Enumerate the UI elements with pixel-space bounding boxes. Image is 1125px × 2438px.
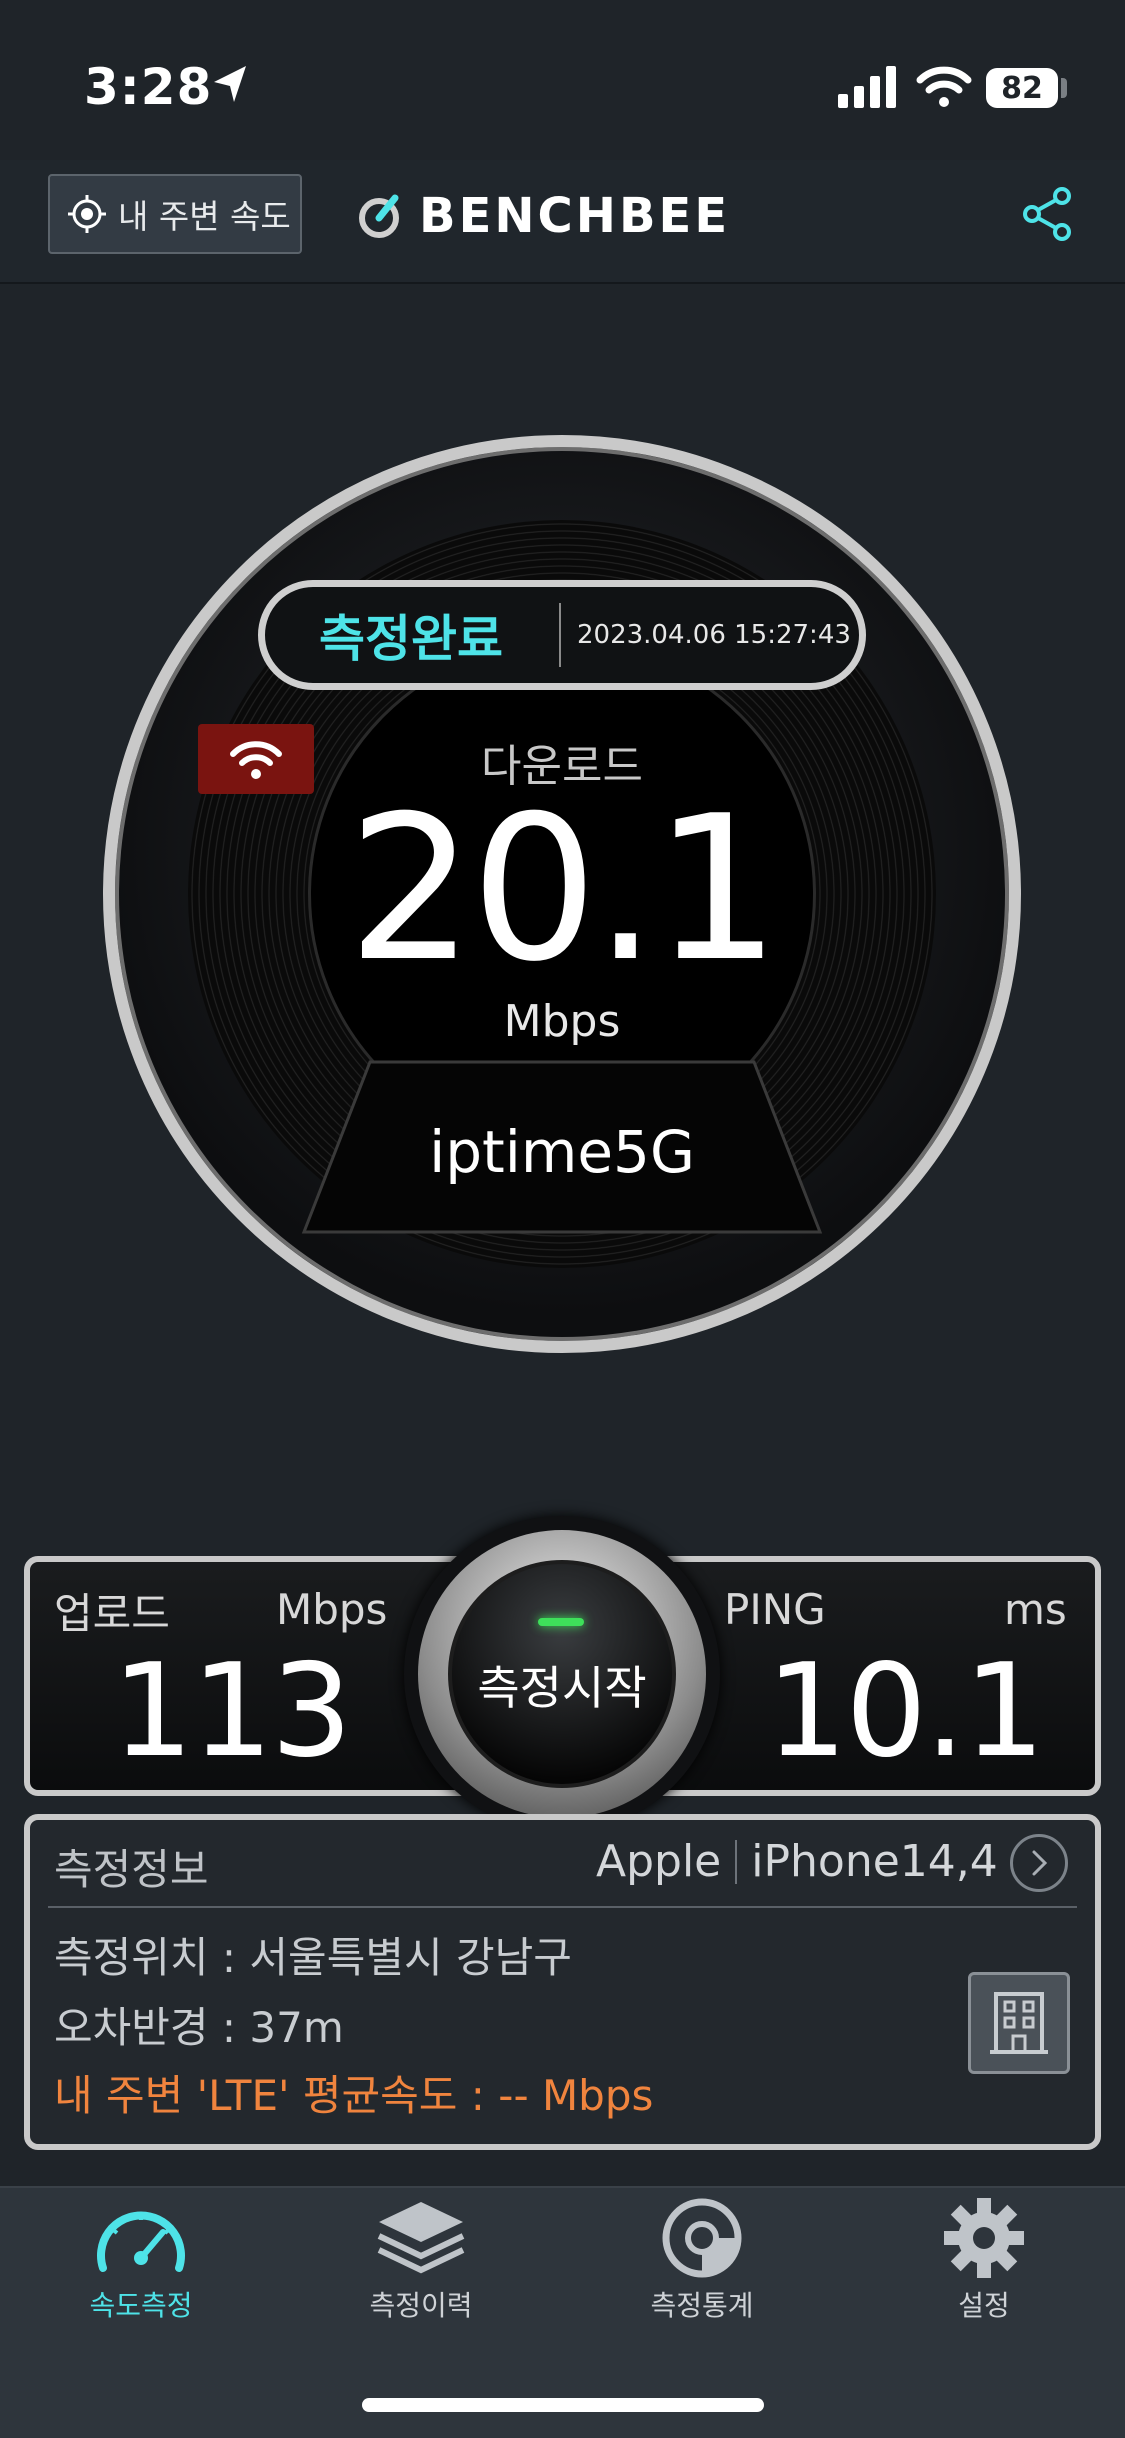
tab-history-label: 측정이력	[369, 2289, 473, 2322]
stats-dial-icon	[662, 2198, 742, 2278]
battery-indicator: 82	[986, 68, 1058, 108]
speedometer-icon	[97, 2211, 185, 2272]
layers-icon	[377, 2202, 465, 2274]
wifi-badge	[198, 724, 314, 794]
device-manufacturer: Apple	[596, 1836, 722, 1887]
wifi-status-icon	[916, 66, 972, 107]
start-indicator-led	[538, 1618, 584, 1626]
gear-icon	[944, 2198, 1024, 2278]
tab-statistics-label: 측정통계	[650, 2289, 754, 2322]
tab-statistics[interactable]: 측정통계	[602, 2198, 802, 2324]
network-name: iptime5G	[429, 1118, 695, 1186]
nearby-speed-button[interactable]: 내 주변 속도	[48, 174, 302, 254]
device-info: Apple iPhone14,4	[596, 1836, 998, 1887]
benchbee-logo: BENCHBEE	[355, 188, 730, 244]
share-icon[interactable]	[1020, 186, 1076, 242]
download-value: 20.1	[347, 773, 780, 1006]
download-unit: Mbps	[503, 996, 621, 1047]
tab-speed-test[interactable]: 속도측정	[41, 2198, 241, 2324]
upload-value: 113	[112, 1637, 352, 1786]
pill-separator	[559, 603, 561, 667]
error-radius: 오차반경 : 37m	[54, 2003, 344, 2052]
measurement-location: 측정위치 : 서울특별시 강남구	[54, 1933, 572, 1982]
home-indicator[interactable]	[362, 2398, 764, 2412]
start-measurement-label[interactable]: 측정시작	[448, 1652, 676, 1718]
building-button[interactable]	[968, 1972, 1070, 2074]
chevron-right-icon	[1032, 1850, 1048, 1876]
benchbee-logo-icon	[359, 194, 399, 238]
brand-name: BENCHBEE	[419, 188, 731, 244]
device-separator	[735, 1839, 738, 1884]
info-title: 측정정보	[54, 1845, 209, 1894]
info-divider	[48, 1906, 1077, 1908]
tab-history[interactable]: 측정이력	[321, 2198, 521, 2324]
tab-settings[interactable]: 설정	[884, 2198, 1084, 2324]
tab-settings-label: 설정	[958, 2289, 1010, 2322]
status-time: 3:28	[84, 58, 213, 116]
location-arrow-icon	[214, 66, 246, 102]
cellular-signal-icon	[838, 66, 896, 108]
tab-speed-test-label: 속도측정	[89, 2289, 193, 2322]
ping-label: PING	[724, 1585, 826, 1634]
building-icon	[990, 1992, 1048, 2054]
wifi-icon	[230, 741, 282, 779]
measurement-timestamp: 2023.04.06 15:27:43	[577, 620, 851, 650]
nearby-speed-label: 내 주변 속도	[118, 197, 291, 236]
ping-value: 10.1	[766, 1637, 1045, 1786]
battery-tip	[1061, 78, 1067, 98]
upload-label: 업로드	[54, 1589, 170, 1638]
measurement-status-pill: 측정완료 2023.04.06 15:27:43	[258, 580, 866, 690]
device-detail-button[interactable]	[1010, 1834, 1068, 1892]
ping-unit: ms	[1004, 1585, 1067, 1634]
lte-average-speed: 내 주변 'LTE' 평균속도 : -- Mbps	[54, 2071, 654, 2120]
device-model: iPhone14,4	[751, 1836, 998, 1887]
upload-unit: Mbps	[276, 1585, 388, 1634]
target-icon	[68, 195, 106, 233]
measurement-status: 측정완료	[319, 610, 503, 668]
